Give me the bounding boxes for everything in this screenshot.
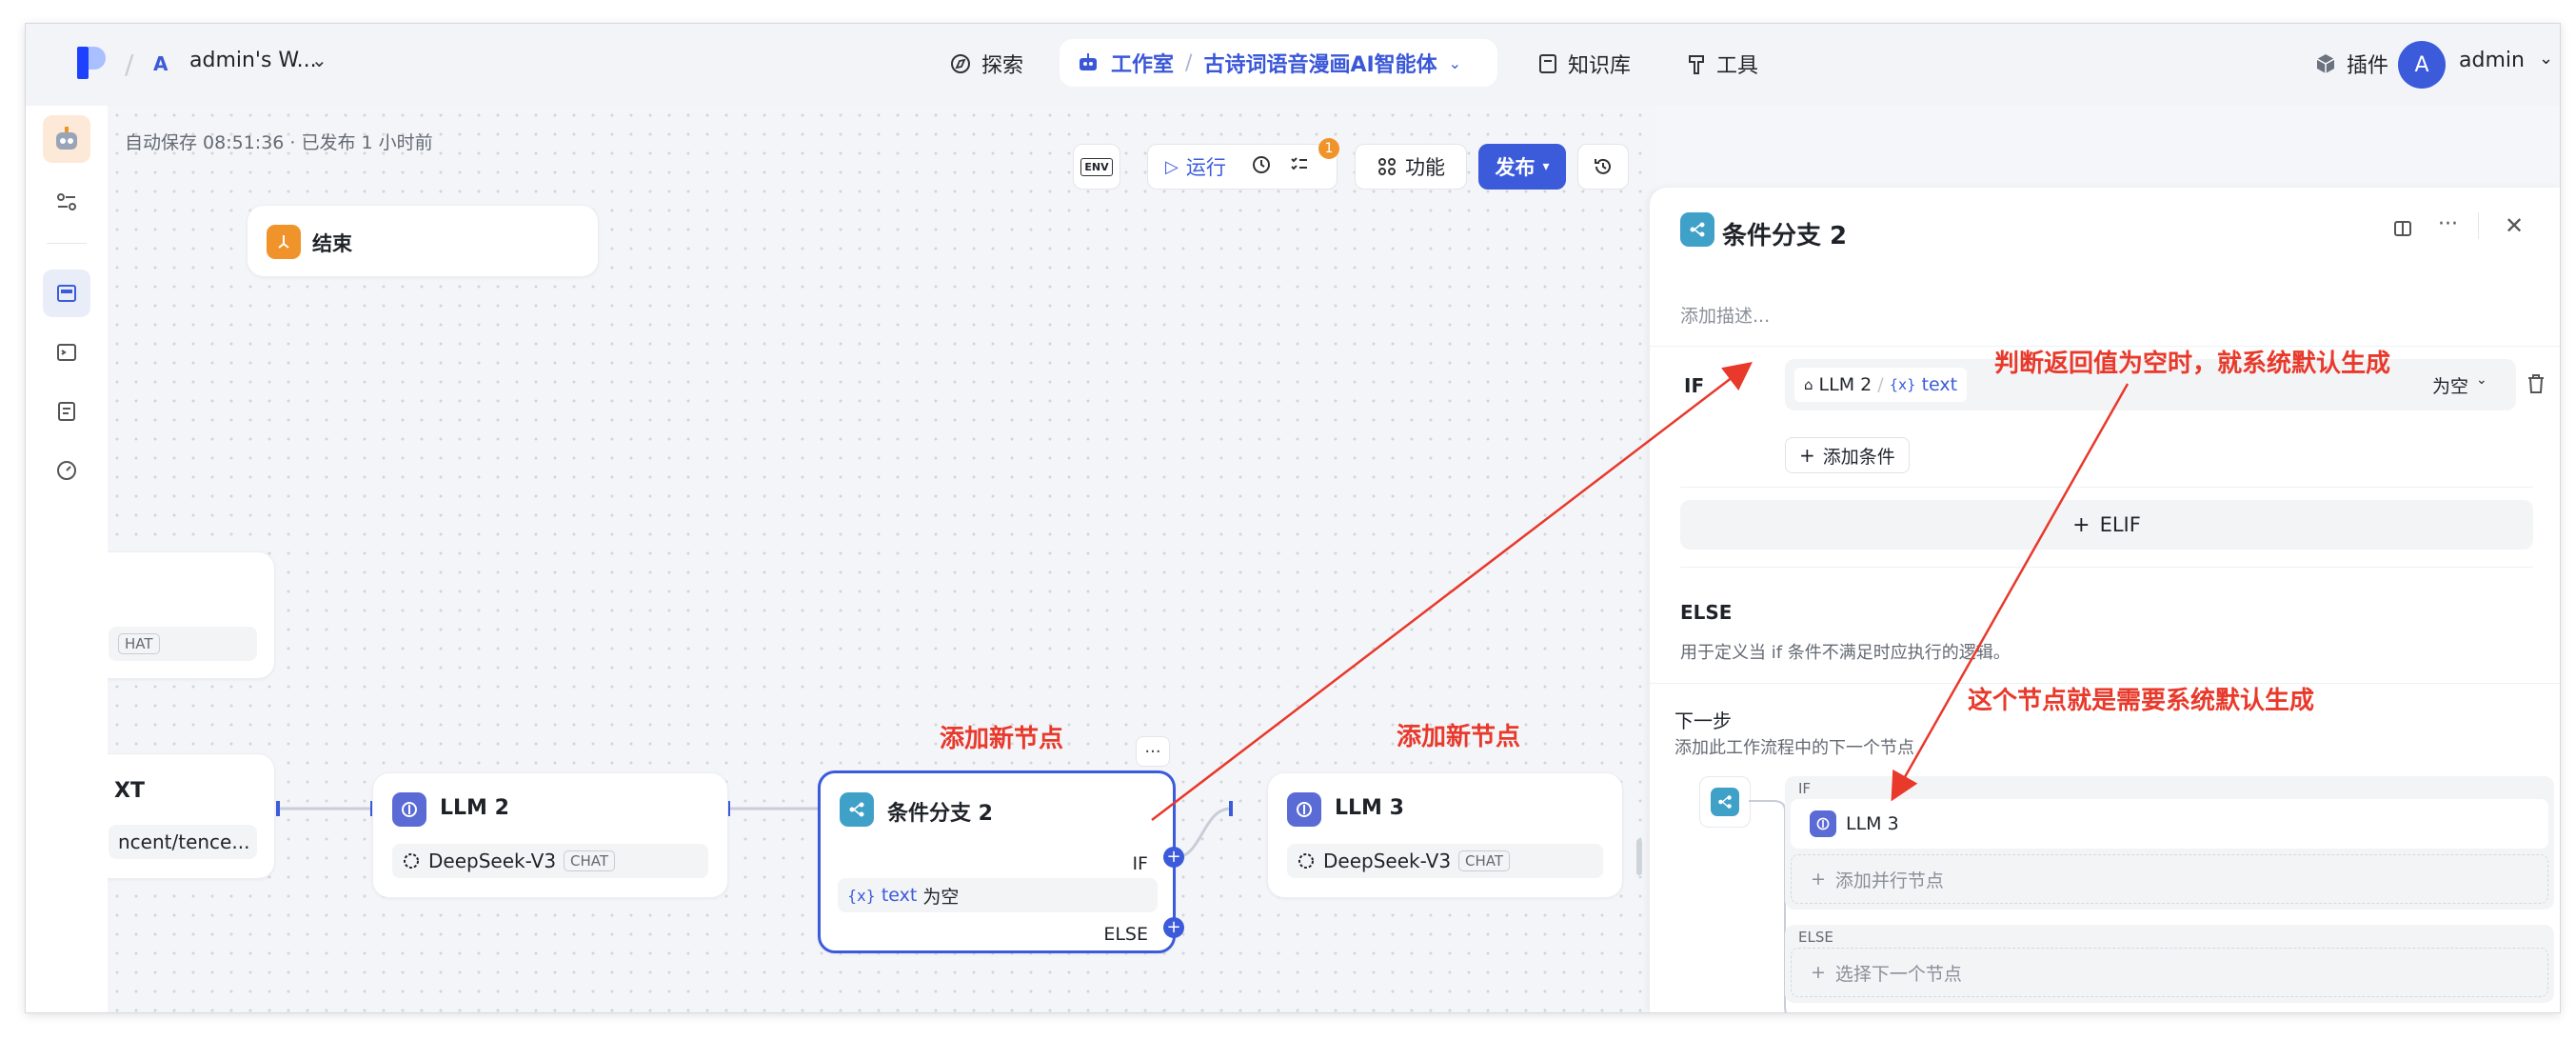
annotation-arrows	[1151, 361, 2130, 821]
app-window: / A admin's W... ⌄ 探索 工作室 / 古诗词语音漫画AI智能体…	[25, 23, 2561, 1013]
